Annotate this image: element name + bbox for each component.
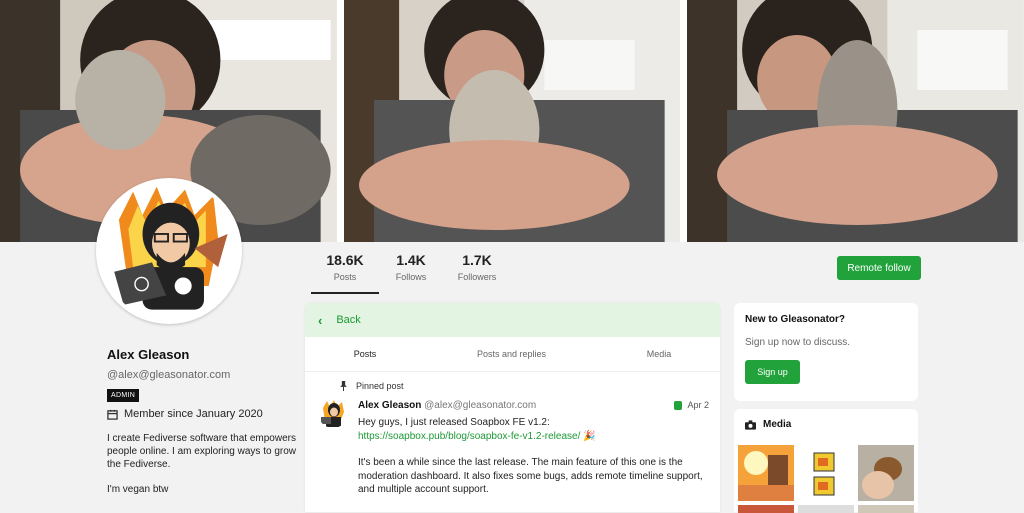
tab-media[interactable]: Media — [598, 337, 720, 371]
active-stat-indicator — [311, 292, 379, 294]
post-header: Alex Gleason @alex@gleasonator.com — [358, 400, 536, 411]
back-button[interactable]: ‹ Back — [305, 303, 720, 337]
party-popper-icon: 🎉 — [583, 430, 596, 442]
media-thumbnail[interactable] — [798, 445, 854, 501]
banner-photo — [343, 0, 681, 242]
pinned-post-label: Pinned post — [339, 381, 720, 391]
timeline-tabs: Posts Posts and replies Media — [305, 337, 720, 372]
bio-extra: I'm vegan btw — [107, 484, 169, 495]
member-since: Member since January 2020 — [107, 408, 307, 420]
tab-posts[interactable]: Posts — [305, 337, 425, 371]
signup-card-title: New to Gleasonator? — [745, 314, 846, 325]
remote-follow-button[interactable]: Remote follow — [837, 256, 921, 280]
stat-follows[interactable]: 1.4K Follows — [378, 252, 444, 282]
post-link[interactable]: https://soapbox.pub/blog/soapbox-fe-v1.2… — [358, 431, 580, 442]
post-content: Hey guys, I just released Soapbox FE v1.… — [358, 416, 703, 497]
media-card: Media — [734, 409, 918, 513]
post-date[interactable]: Apr 2 — [674, 400, 709, 410]
post-avatar[interactable] — [318, 398, 348, 428]
member-since-text: Member since January 2020 — [124, 408, 263, 420]
stat-followers[interactable]: 1.7K Followers — [444, 252, 510, 282]
banner-photo — [687, 0, 1024, 242]
stat-label: Followers — [457, 272, 497, 282]
admin-badge: ADMIN — [107, 389, 140, 402]
chevron-left-icon: ‹ — [318, 312, 323, 328]
gleasonator-icon — [674, 400, 683, 410]
post-handle[interactable]: @alex@gleasonator.com — [424, 400, 536, 411]
stat-value: 1.7K — [462, 252, 492, 268]
profile-stats: 18.6K Posts 1.4K Follows 1.7K Followers — [312, 252, 510, 282]
tab-posts-and-replies[interactable]: Posts and replies — [425, 337, 598, 371]
bio-text: I create Fediverse software that empower… — [107, 433, 296, 470]
profile-info: Alex Gleason @alex@gleasonator.com ADMIN… — [107, 347, 307, 495]
stat-value: 1.4K — [396, 252, 426, 268]
signup-button[interactable]: Sign up — [745, 360, 800, 384]
avatar[interactable] — [96, 178, 242, 324]
stat-label: Follows — [395, 272, 427, 282]
pin-icon — [340, 381, 347, 391]
stat-posts[interactable]: 18.6K Posts — [312, 252, 378, 282]
signup-card-subtitle: Sign up now to discuss. — [745, 337, 851, 348]
post-author[interactable]: Alex Gleason — [358, 400, 421, 411]
display-name: Alex Gleason — [107, 347, 190, 362]
account-handle: @alex@gleasonator.com — [107, 369, 231, 381]
calendar-icon — [107, 409, 118, 420]
media-card-title-text: Media — [763, 419, 792, 430]
post-text-intro: Hey guys, I just released Soapbox FE v1.… — [358, 417, 550, 428]
media-thumbnail[interactable] — [738, 445, 794, 501]
media-thumbnails — [738, 445, 914, 501]
signup-card: New to Gleasonator? Sign up now to discu… — [734, 303, 918, 401]
media-card-title: Media — [745, 419, 907, 430]
post-paragraph: It's been a while since the last release… — [358, 457, 703, 495]
stat-value: 18.6K — [326, 252, 364, 268]
pinned-text: Pinned post — [356, 381, 404, 391]
post-date-text: Apr 2 — [687, 400, 709, 410]
timeline-panel: ‹ Back Posts Posts and replies Media Pin… — [305, 303, 720, 512]
back-label: Back — [336, 314, 361, 326]
camera-icon — [745, 419, 756, 430]
stat-label: Posts — [333, 272, 357, 282]
media-thumbnail[interactable] — [858, 445, 914, 501]
